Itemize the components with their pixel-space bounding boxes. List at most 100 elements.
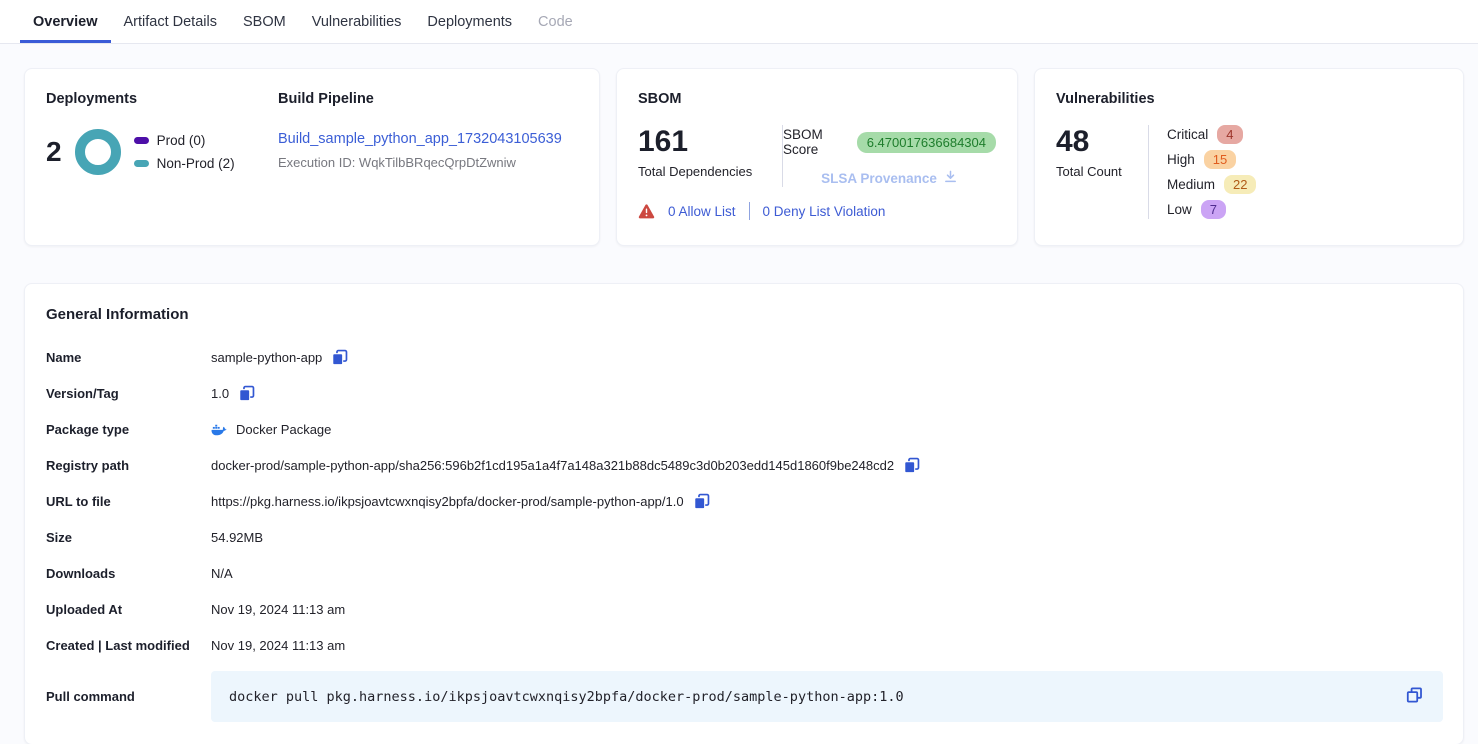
info-label: Size: [46, 530, 211, 545]
info-row-package-type: Package type Docker Package: [46, 411, 1443, 447]
sbom-policy-links: 0 Allow List 0 Deny List Violation: [638, 202, 996, 220]
info-value-wrap: 54.92MB: [211, 530, 263, 545]
tab-bar: OverviewArtifact DetailsSBOMVulnerabilit…: [0, 0, 1478, 44]
deny-list-link[interactable]: 0 Deny List Violation: [763, 204, 886, 219]
allow-list-link[interactable]: 0 Allow List: [668, 204, 736, 219]
severity-label: Medium: [1167, 177, 1215, 192]
severity-count-badge: 15: [1204, 150, 1236, 169]
info-label: Package type: [46, 422, 211, 437]
info-row-url-to-file: URL to filehttps://pkg.harness.io/ikpsjo…: [46, 483, 1443, 519]
slsa-provenance-link[interactable]: SLSA Provenance: [821, 169, 958, 187]
sbom-title: SBOM: [638, 91, 996, 107]
tab-code[interactable]: Code: [525, 0, 586, 43]
info-row-registry-path: Registry pathdocker-prod/sample-python-a…: [46, 447, 1443, 483]
tab-overview[interactable]: Overview: [20, 0, 111, 43]
deployments-title: Deployments: [46, 91, 278, 107]
info-value: https://pkg.harness.io/ikpsjoavtcwxnqisy…: [211, 494, 684, 509]
legend-label: Non-Prod (2): [157, 156, 235, 171]
sbom-score-badge: 6.470017636684304: [857, 132, 996, 153]
copy-icon: [1404, 685, 1425, 709]
vulnerabilities-body: 48 Total Count Critical 4 High15 Medium 22 Lo…: [1056, 125, 1442, 219]
general-information-title: General Information: [46, 306, 1443, 323]
links-divider: [749, 202, 750, 220]
info-label: Downloads: [46, 566, 211, 581]
sbom-score-label: SBOM Score: [783, 127, 848, 157]
severity-row-critical: Critical 4: [1167, 125, 1256, 144]
info-row-uploaded-at: Uploaded AtNov 19, 2024 11:13 am: [46, 591, 1443, 627]
copy-icon[interactable]: [237, 384, 256, 403]
tab-sbom[interactable]: SBOM: [230, 0, 299, 43]
legend-label: Prod (0): [157, 133, 206, 148]
pull-command-box: docker pull pkg.harness.io/ikpsjoavtcwxn…: [211, 671, 1443, 722]
sbom-body: 161 Total Dependencies SBOM Score 6.4700…: [638, 125, 996, 187]
sbom-score-section: SBOM Score 6.470017636684304 SLSA Proven…: [783, 125, 996, 187]
sbom-score-row: SBOM Score 6.470017636684304: [783, 127, 996, 157]
docker-icon: [211, 423, 228, 436]
deployments-body: 2 Prod (0) Non-Prod (2): [46, 129, 278, 175]
info-label: Name: [46, 350, 211, 365]
general-information-card: General Information Namesample-python-ap…: [24, 283, 1464, 744]
legend-item-prod-0: Prod (0): [134, 133, 235, 148]
info-label: URL to file: [46, 494, 211, 509]
tab-artifact-details[interactable]: Artifact Details: [111, 0, 230, 43]
vulnerabilities-total-section: 48 Total Count: [1056, 125, 1148, 219]
general-information-rows: Namesample-python-appVersion/Tag1.0Packa…: [46, 339, 1443, 663]
info-row-version-tag: Version/Tag1.0: [46, 375, 1443, 411]
info-value-wrap: docker-prod/sample-python-app/sha256:596…: [211, 456, 921, 475]
download-icon: [943, 169, 958, 187]
info-value-wrap: Docker Package: [211, 422, 331, 437]
sbom-total: 161: [638, 125, 782, 158]
severity-row-low: Low7: [1167, 200, 1256, 219]
tab-vulnerabilities[interactable]: Vulnerabilities: [299, 0, 415, 43]
legend-item-non-prod-2: Non-Prod (2): [134, 156, 235, 171]
severity-list: Critical 4 High15 Medium 22 Low7: [1149, 125, 1256, 219]
severity-count-badge: 7: [1201, 200, 1226, 219]
deployments-section: Deployments 2 Prod (0) Non-Prod (2): [46, 91, 278, 223]
legend-swatch: [134, 160, 149, 167]
vulnerabilities-total: 48: [1056, 125, 1148, 158]
copy-icon[interactable]: [692, 492, 711, 511]
pull-command-copy-button[interactable]: [1404, 685, 1425, 709]
summary-cards-row: Deployments 2 Prod (0) Non-Prod (2) Build…: [24, 68, 1464, 246]
info-value-wrap: N/A: [211, 566, 233, 581]
severity-count-badge: 4: [1217, 125, 1242, 144]
sbom-total-label: Total Dependencies: [638, 164, 782, 179]
sbom-card: SBOM 161 Total Dependencies SBOM Score 6…: [616, 68, 1018, 246]
build-pipeline-link[interactable]: Build_sample_python_app_1732043105639: [278, 131, 562, 147]
info-row-size: Size54.92MB: [46, 519, 1443, 555]
info-value: 1.0: [211, 386, 229, 401]
overview-page: Deployments 2 Prod (0) Non-Prod (2) Build…: [0, 44, 1478, 744]
info-value-wrap: Nov 19, 2024 11:13 am: [211, 602, 345, 617]
info-value-wrap: Nov 19, 2024 11:13 am: [211, 638, 345, 653]
deployments-donut-chart: [75, 129, 121, 175]
info-label: Version/Tag: [46, 386, 211, 401]
info-label: Registry path: [46, 458, 211, 473]
info-value: N/A: [211, 566, 233, 581]
copy-icon[interactable]: [330, 348, 349, 367]
severity-row-high: High15: [1167, 150, 1256, 169]
execution-id-text: Execution ID: WqkTilbBRqecQrpDtZwniw: [278, 155, 578, 170]
info-value: Nov 19, 2024 11:13 am: [211, 602, 345, 617]
info-value: sample-python-app: [211, 350, 322, 365]
vulnerabilities-card: Vulnerabilities 48 Total Count Critical4…: [1034, 68, 1464, 246]
build-pipeline-section: Build Pipeline Build_sample_python_app_1…: [278, 91, 578, 223]
info-value-wrap: https://pkg.harness.io/ikpsjoavtcwxnqisy…: [211, 492, 711, 511]
sbom-total-section: 161 Total Dependencies: [638, 125, 782, 179]
vulnerabilities-title: Vulnerabilities: [1056, 91, 1442, 107]
deployments-legend: Prod (0) Non-Prod (2): [134, 133, 235, 171]
deployments-card: Deployments 2 Prod (0) Non-Prod (2) Build…: [24, 68, 600, 246]
info-row-name: Namesample-python-app: [46, 339, 1443, 375]
tab-deployments[interactable]: Deployments: [414, 0, 525, 43]
info-value: Nov 19, 2024 11:13 am: [211, 638, 345, 653]
severity-label: Critical: [1167, 127, 1208, 142]
info-value-wrap: sample-python-app: [211, 348, 349, 367]
info-value: Docker Package: [236, 422, 331, 437]
info-value: 54.92MB: [211, 530, 263, 545]
pull-command-text: docker pull pkg.harness.io/ikpsjoavtcwxn…: [229, 689, 1404, 705]
copy-icon[interactable]: [902, 456, 921, 475]
severity-count-badge: 22: [1224, 175, 1256, 194]
warning-triangle-icon: [638, 204, 655, 219]
info-label: Uploaded At: [46, 602, 211, 617]
info-label: Created | Last modified: [46, 638, 211, 653]
deployments-total: 2: [46, 136, 62, 168]
